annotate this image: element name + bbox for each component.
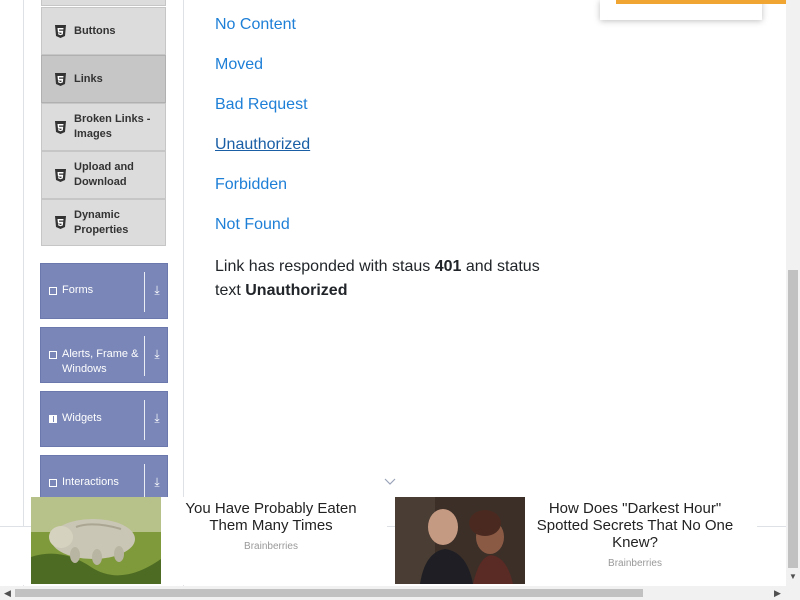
sidebar-item-upload-download[interactable]: Upload and Download [41,151,166,199]
ad-source: Brainberries [244,541,298,552]
sidebar-group-label: Widgets [62,412,102,424]
sidebar-item-buttons[interactable]: Buttons [41,7,166,55]
sidebar-item-label: Upload and Download [74,161,134,188]
horizontal-scrollbar[interactable]: ◀ ▶ [0,586,800,600]
sidebar-group-label: Interactions [62,476,119,488]
sidebar-item-links[interactable]: Links [41,55,166,103]
vertical-scrollbar[interactable]: ▼ [786,0,800,586]
download-icon[interactable]: ⤓ [151,284,163,296]
link-no-content[interactable]: No Content [215,15,296,35]
horizontal-scroll-thumb[interactable] [15,589,643,597]
ad-image-movie-still[interactable] [395,497,525,584]
ad-source: Brainberries [608,558,662,569]
response-code: 401 [434,258,462,275]
interactions-icon [49,479,57,487]
scroll-left-arrow-icon[interactable]: ◀ [4,588,11,599]
download-icon[interactable]: ⤓ [151,412,163,424]
divider [144,272,145,312]
html5-icon [54,120,67,134]
floating-ad-card[interactable] [600,0,786,20]
ad-title[interactable]: You Have Probably Eaten Them Many Times [171,500,371,534]
vertical-scroll-thumb[interactable] [788,270,798,568]
link-forbidden[interactable]: Forbidden [215,175,287,195]
chevron-down-icon[interactable] [384,478,396,486]
window-icon [49,351,57,359]
link-moved[interactable]: Moved [215,55,263,75]
scroll-right-arrow-icon[interactable]: ▶ [774,588,781,599]
ad-card[interactable]: You Have Probably Eaten Them Many Times … [31,497,387,585]
html5-icon [54,168,67,182]
sidebar-item-remnant [41,0,166,6]
download-icon[interactable]: ⤓ [151,348,163,360]
link-not-found[interactable]: Not Found [215,215,290,235]
divider [144,400,145,440]
html5-icon [54,216,67,229]
html5-icon [54,72,67,86]
ad-image-tardigrade[interactable] [31,497,161,584]
link-bad-request[interactable]: Bad Request [215,95,308,115]
sidebar-group-label: Alerts, Frame & Windows [62,348,139,375]
sidebar-item-label: Buttons [74,24,116,37]
sidebar-item-label: Broken Links - Images [74,113,151,140]
response-prefix: Link has responded with staus [215,258,431,275]
widgets-icon [49,415,57,423]
divider [144,336,145,376]
sidebar-group-label: Forms [62,284,94,296]
sidebar-item-dynamic-properties[interactable]: Dynamic Properties [41,199,166,246]
accent-bar [616,0,786,4]
response-status-text: Unauthorized [245,282,348,299]
link-response: Link has responded with staus 401 and st… [215,255,555,303]
sidebar-item-label: Links [74,72,103,85]
sidebar-group-alerts[interactable]: Alerts, Frame & Windows ⤓ [40,327,168,383]
ad-title[interactable]: How Does "Darkest Hour" Spotted Secrets … [528,500,742,551]
sidebar-group-widgets[interactable]: Widgets ⤓ [40,391,168,447]
scroll-down-arrow-icon[interactable]: ▼ [789,572,797,581]
sidebar-item-broken-links[interactable]: Broken Links - Images [41,103,166,151]
sidebar-item-label: Dynamic Properties [74,208,129,236]
link-unauthorized[interactable]: Unauthorized [215,135,310,155]
form-icon [49,287,57,295]
download-icon[interactable]: ⤓ [151,476,163,488]
ad-card[interactable]: How Does "Darkest Hour" Spotted Secrets … [395,497,757,585]
html5-icon [54,24,67,38]
sidebar-group-forms[interactable]: Forms ⤓ [40,263,168,319]
